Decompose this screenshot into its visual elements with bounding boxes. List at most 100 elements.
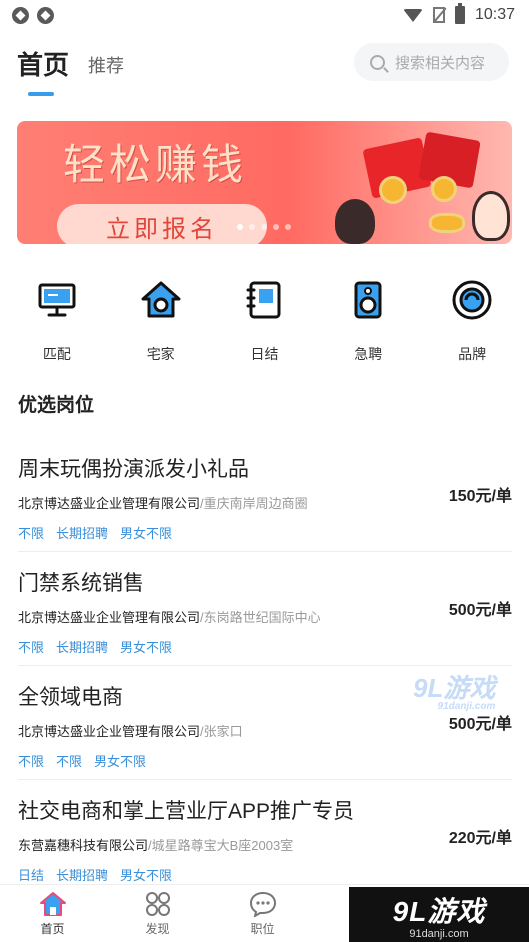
banner-signup-button[interactable]: 立即报名 [57, 204, 267, 244]
job-tag: 长期招聘 [56, 640, 109, 655]
wifi-icon [402, 8, 423, 22]
category-label: 宅家 [146, 346, 175, 362]
house-icon [139, 278, 183, 322]
banner-dot[interactable] [285, 224, 291, 230]
job-tag: 日结 [18, 868, 45, 883]
job-title: 门禁系统销售 [18, 572, 144, 595]
job-location: /东岗路世纪国际中心 [200, 610, 321, 625]
company-name: 北京博达盛业企业管理有限公司 [18, 610, 201, 625]
home-icon [39, 892, 66, 916]
banner-pagination [237, 224, 291, 230]
job-company: 东营嘉穗科技有限公司/城星路尊宝大B座2003室 [18, 835, 512, 854]
job-tag: 长期招聘 [56, 868, 109, 883]
category-grid: 匹配 宅家 日结 急聘 品牌 [0, 278, 529, 364]
speaker-icon [346, 278, 390, 322]
nav-label: 首页 [40, 922, 65, 936]
eye-target-icon [450, 278, 494, 322]
banner-title: 轻松赚钱 [63, 140, 248, 189]
header: 首页 推荐 搜索相关内容 [0, 30, 529, 96]
tab-indicator [28, 92, 54, 96]
banner-dot[interactable] [237, 224, 243, 230]
brand-sub-text: 91danji.com [409, 927, 469, 940]
category-label: 日结 [250, 346, 279, 362]
job-tag: 不限 [18, 754, 45, 769]
search-icon [370, 54, 385, 70]
category-daily[interactable]: 日结 [219, 278, 309, 364]
job-tags: 不限 长期招聘 男女不限 [18, 637, 512, 656]
category-label: 急聘 [354, 346, 383, 362]
nav-home[interactable]: 首页 [0, 885, 105, 942]
monitor-icon [35, 278, 79, 322]
nav-label: 职位 [250, 922, 275, 936]
job-title: 社交电商和掌上营业厅APP推广专员 [18, 800, 355, 823]
tab-home-label: 首页 [17, 50, 70, 80]
category-home[interactable]: 宅家 [116, 278, 206, 364]
job-pay: 500元/单 [448, 602, 512, 619]
banner-dot[interactable] [261, 224, 267, 230]
job-location: /张家口 [200, 724, 243, 739]
chat-icon [249, 891, 276, 917]
no-sim-icon [432, 7, 445, 23]
nav-label: 发现 [145, 922, 170, 936]
job-location: /重庆南岸周边商圈 [200, 496, 308, 511]
job-title: 周末玩偶扮演派发小礼品 [18, 458, 249, 481]
tab-recommend[interactable]: 推荐 [88, 52, 124, 78]
job-tags: 日结 长期招聘 男女不限 [18, 865, 512, 884]
nav-discover[interactable]: 发现 [105, 885, 210, 942]
coin-icon [429, 213, 465, 233]
job-location: /城星路尊宝大B座2003室 [148, 838, 294, 853]
job-company: 北京博达盛业企业管理有限公司/东岗路世纪国际中心 [18, 607, 512, 626]
company-name: 北京博达盛业企业管理有限公司 [18, 724, 201, 739]
job-tag: 男女不限 [120, 640, 173, 655]
status-time: 10:37 [474, 6, 515, 23]
category-brand[interactable]: 品牌 [427, 278, 517, 364]
job-item[interactable]: 门禁系统销售 北京博达盛业企业管理有限公司/东岗路世纪国际中心 不限 长期招聘 … [18, 552, 512, 666]
promo-banner[interactable]: 轻松赚钱 立即报名 [17, 121, 512, 244]
person-illustration [472, 191, 510, 241]
category-label: 品牌 [458, 346, 487, 362]
job-tag: 不限 [56, 754, 83, 769]
brand-main-text: 9L游戏 [392, 895, 486, 927]
company-name: 北京博达盛业企业管理有限公司 [18, 496, 201, 511]
job-pay: 500元/单 [448, 716, 512, 733]
notification-icon [37, 6, 54, 24]
discover-icon [145, 892, 170, 916]
status-bar: 10:37 [0, 0, 529, 30]
company-name: 东营嘉穗科技有限公司 [18, 838, 149, 853]
coin-icon [379, 176, 407, 204]
job-pay: 150元/单 [448, 488, 512, 505]
section-title-text: 优选岗位 [18, 395, 95, 416]
watermark-text: 9L游戏 [413, 673, 496, 703]
job-list: 周末玩偶扮演派发小礼品 北京博达盛业企业管理有限公司/重庆南岸周边商圈 不限 长… [18, 438, 512, 894]
search-placeholder: 搜索相关内容 [395, 54, 486, 72]
job-company: 北京博达盛业企业管理有限公司/重庆南岸周边商圈 [18, 493, 512, 512]
job-company: 北京博达盛业企业管理有限公司/张家口 [18, 721, 512, 740]
search-input[interactable]: 搜索相关内容 [354, 43, 509, 81]
job-tag: 不限 [18, 526, 45, 541]
job-tag: 不限 [18, 640, 45, 655]
job-tag: 男女不限 [94, 754, 147, 769]
section-title: 优选岗位 [18, 390, 102, 421]
job-item[interactable]: 周末玩偶扮演派发小礼品 北京博达盛业企业管理有限公司/重庆南岸周边商圈 不限 长… [18, 438, 512, 552]
job-tag: 男女不限 [120, 868, 173, 883]
job-tag: 长期招聘 [56, 526, 109, 541]
battery-icon [454, 3, 465, 24]
coin-icon [431, 176, 457, 202]
tab-home[interactable]: 首页 [17, 45, 70, 96]
category-match[interactable]: 匹配 [12, 278, 102, 364]
job-tag: 男女不限 [120, 526, 173, 541]
category-label: 匹配 [42, 346, 71, 362]
person-illustration [335, 199, 375, 244]
job-tags: 不限 长期招聘 男女不限 [18, 523, 512, 542]
watermark-logo: 9L游戏 91danji.com [413, 668, 495, 712]
job-item[interactable]: 社交电商和掌上营业厅APP推广专员 东营嘉穗科技有限公司/城星路尊宝大B座200… [18, 780, 512, 894]
category-urgent[interactable]: 急聘 [323, 278, 413, 364]
banner-dot[interactable] [273, 224, 279, 230]
brand-watermark: 9L游戏 91danji.com [349, 887, 529, 942]
notification-icon [12, 6, 29, 24]
notebook-icon [242, 278, 286, 322]
banner-dot[interactable] [249, 224, 255, 230]
job-pay: 220元/单 [448, 830, 512, 847]
job-tags: 不限 不限 男女不限 [18, 751, 512, 770]
nav-jobs[interactable]: 职位 [210, 885, 315, 942]
